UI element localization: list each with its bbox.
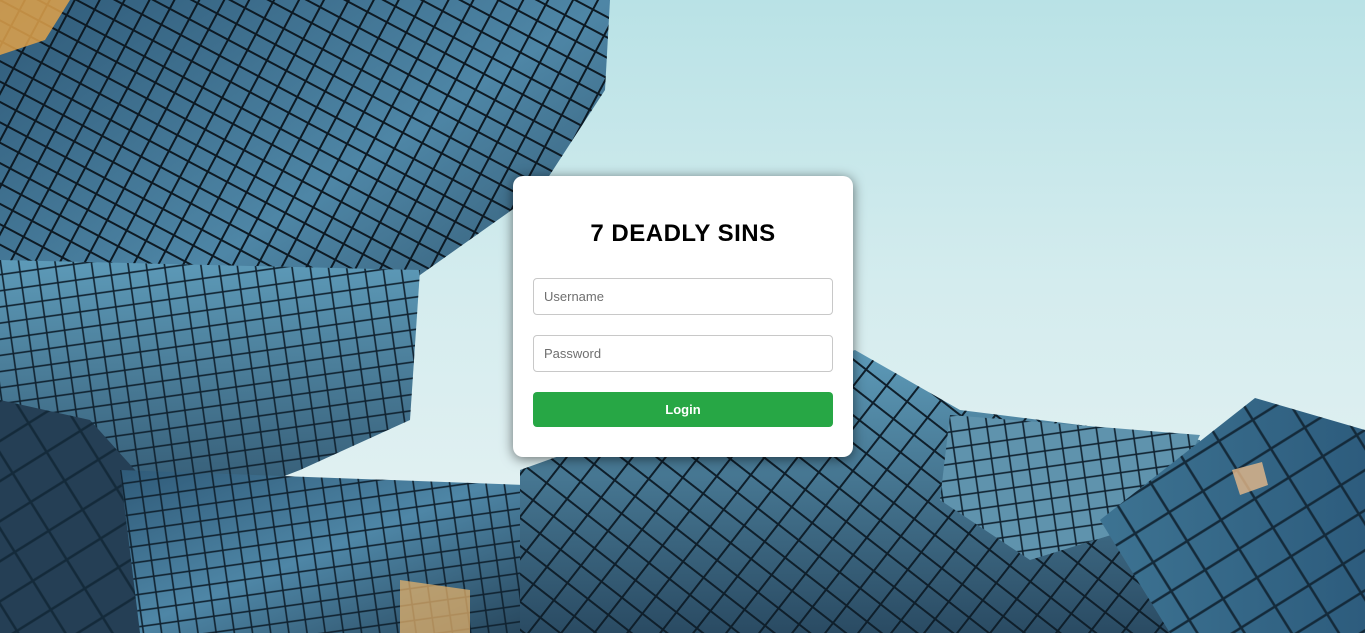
username-input[interactable] [533,278,833,315]
login-button[interactable]: Login [533,392,833,427]
login-title: 7 DEADLY SINS [590,220,776,247]
password-input[interactable] [533,335,833,372]
login-card: 7 DEADLY SINS Login [513,176,853,457]
